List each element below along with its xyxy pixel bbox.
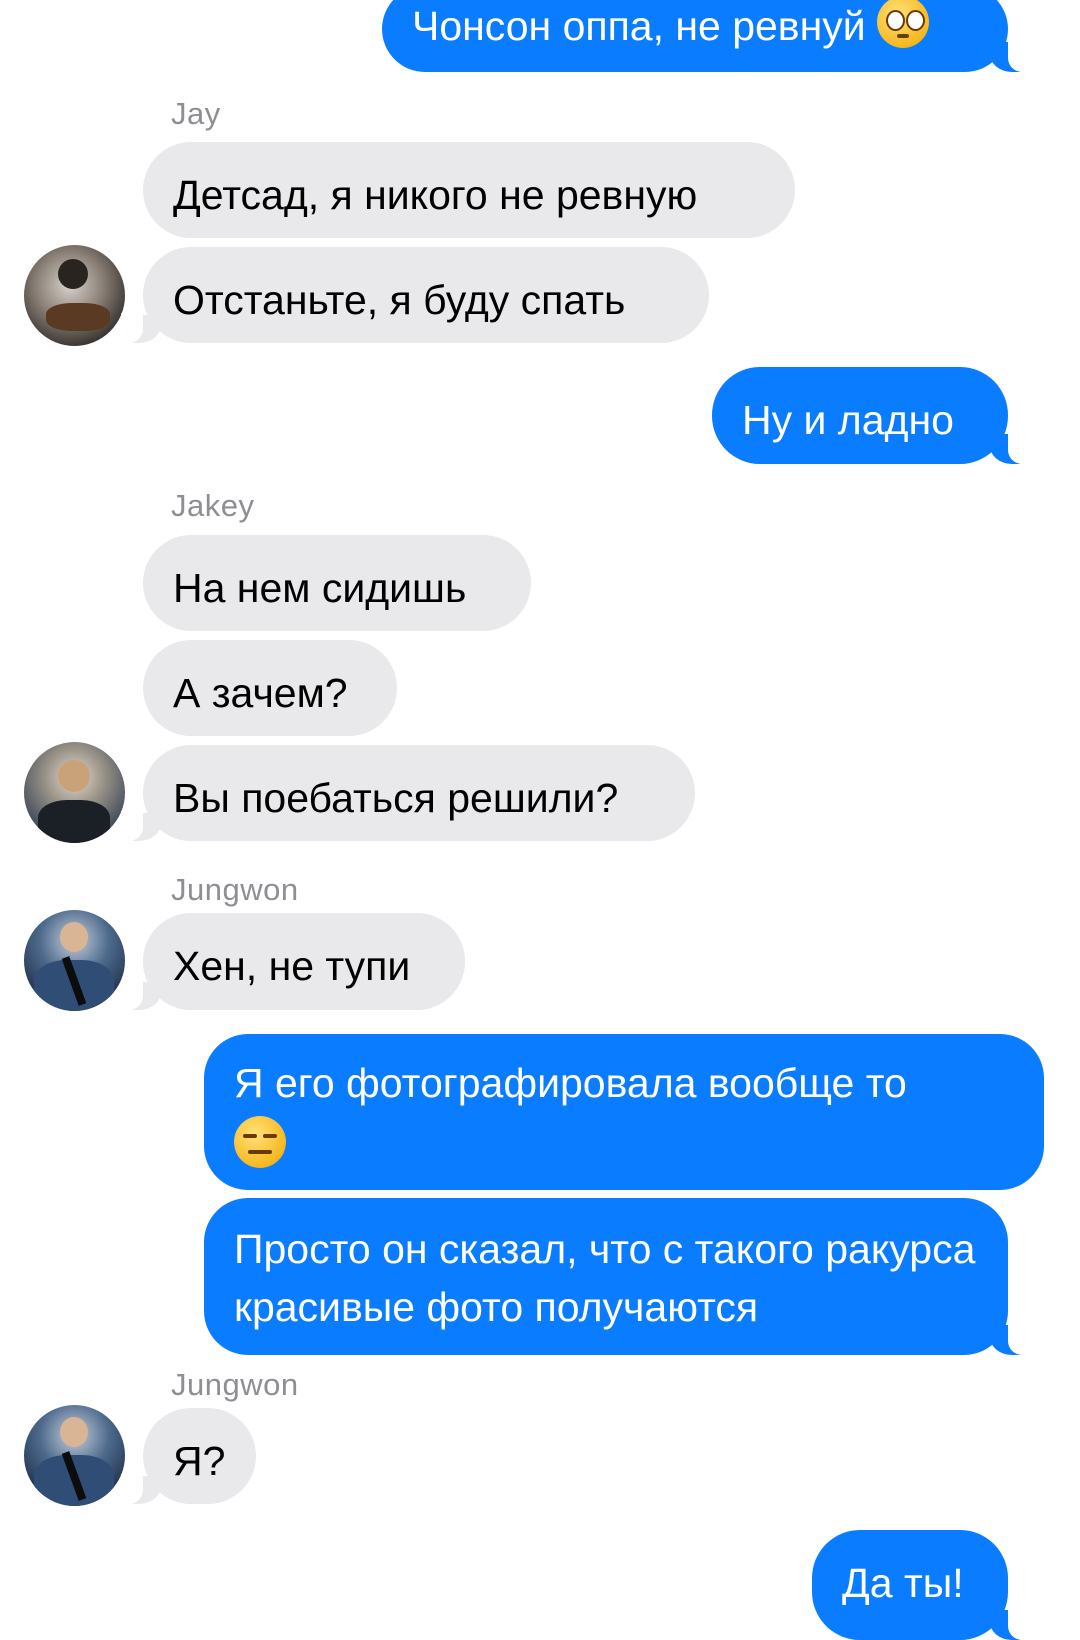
incoming-message[interactable]: Хен, не тупи (121, 913, 465, 1010)
message-text: Я? (173, 1438, 226, 1484)
outgoing-message[interactable]: Ну и ладно (712, 367, 1032, 464)
message-text: Детсад, я никого не ревную (173, 172, 698, 218)
sender-name: Jay (171, 96, 221, 131)
outgoing-message[interactable]: Да ты! (812, 1530, 1032, 1640)
head-shape (58, 760, 90, 792)
jacket-shape (38, 800, 110, 843)
incoming-message[interactable]: А зачем? (143, 640, 397, 736)
head-shape (60, 1417, 88, 1447)
message-text: Просто он сказал, что с такого ракурса к… (234, 1226, 976, 1330)
incoming-message[interactable]: Отстаньте, я буду спать (121, 247, 709, 343)
sender-name: Jungwon (171, 1367, 299, 1402)
outgoing-message[interactable]: Чонсон оппа, не ревнуй (382, 0, 1032, 72)
message-text: Отстаньте, я буду спать (173, 277, 626, 323)
incoming-message[interactable]: Я? (121, 1408, 256, 1504)
message-text: Хен, не тупи (173, 943, 411, 989)
message-text: Ну и ладно (742, 397, 954, 443)
sender-name: Jungwon (171, 872, 299, 907)
message-text: А зачем? (173, 670, 348, 716)
message-text: На нем сидишь (173, 565, 467, 611)
head-shape (58, 259, 88, 289)
avatar-jakey[interactable] (24, 742, 125, 843)
message-text: Чонсон оппа, не ревнуй (412, 3, 866, 49)
outgoing-message[interactable]: Просто он сказал, что с такого ракурса к… (204, 1198, 1032, 1355)
avatar-jungwon[interactable] (24, 910, 125, 1011)
incoming-message[interactable]: На нем сидишь (143, 535, 531, 631)
guitar-shape (46, 303, 110, 331)
message-text: Вы поебаться решили? (173, 775, 619, 821)
avatar-jay[interactable] (24, 245, 125, 346)
head-shape (60, 922, 88, 952)
incoming-message[interactable]: Детсад, я никого не ревную (143, 142, 795, 238)
expressionless-face-emoji (234, 1116, 286, 1168)
message-text: Да ты! (842, 1560, 964, 1606)
sender-name: Jakey (171, 488, 255, 523)
message-text: Я его фотографировала вообще то (234, 1060, 907, 1106)
avatar-jungwon[interactable] (24, 1405, 125, 1506)
incoming-message[interactable]: Вы поебаться решили? (121, 745, 695, 841)
pleading-face-emoji (877, 0, 930, 48)
outgoing-message[interactable]: Я его фотографировала вообще то (204, 1034, 1044, 1190)
